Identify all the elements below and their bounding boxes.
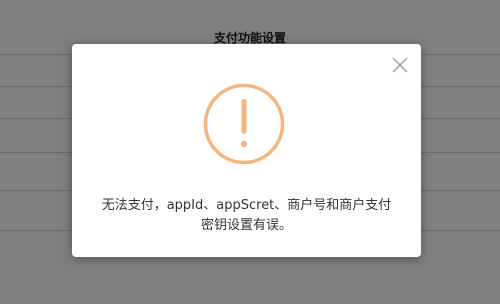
screen: 支付功能设置 无法支付，appId、appScret、商户号和商户支付 密钥设置… [0, 0, 500, 304]
error-message-line-1: 无法支付，appId、appScret、商户号和商户支付 [101, 198, 392, 213]
error-message-line-2: 密钥设置有误。 [200, 218, 292, 233]
close-icon [392, 57, 408, 73]
close-button[interactable] [391, 56, 409, 74]
warning-exclamation-icon [202, 82, 286, 166]
error-dialog: 无法支付，appId、appScret、商户号和商户支付 密钥设置有误。 [72, 44, 421, 257]
error-message: 无法支付，appId、appScret、商户号和商户支付 密钥设置有误。 [72, 196, 421, 236]
